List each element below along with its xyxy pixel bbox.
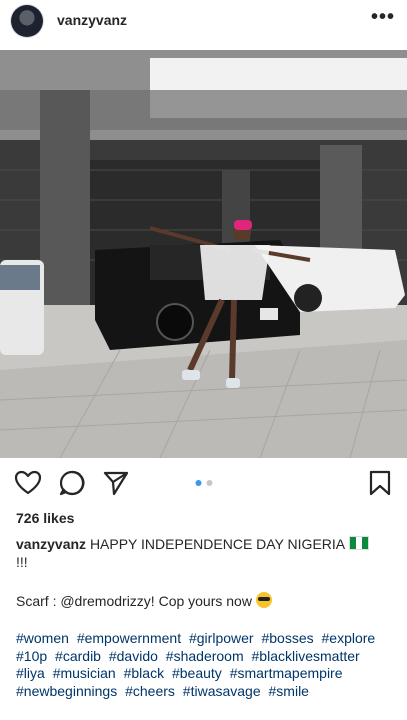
hashtag-link[interactable]: #beauty bbox=[172, 665, 222, 681]
hashtag-link[interactable]: #girlpower bbox=[189, 630, 254, 646]
hashtag-link[interactable]: #bosses bbox=[261, 630, 313, 646]
avatar[interactable] bbox=[11, 5, 43, 37]
more-horizontal-icon[interactable]: ••• bbox=[371, 7, 395, 27]
scarf-line: Scarf : @dremodrizzy! Cop yours now bbox=[16, 592, 272, 609]
bookmark-icon[interactable] bbox=[366, 469, 394, 497]
carousel-dot-active bbox=[195, 480, 201, 486]
carousel-dot bbox=[206, 480, 212, 486]
nigeria-flag-icon bbox=[349, 536, 370, 550]
hashtag-link[interactable]: #davido bbox=[109, 648, 158, 664]
caption-text: HAPPY INDEPENDENCE DAY NIGERIA bbox=[89, 536, 346, 552]
hashtag-link[interactable]: #smartmapempire bbox=[230, 665, 343, 681]
share-icon[interactable] bbox=[102, 469, 130, 497]
likes-count[interactable]: 726 likes bbox=[16, 510, 74, 526]
hashtag-link[interactable]: #smile bbox=[269, 683, 309, 699]
carousel-indicator bbox=[195, 480, 212, 486]
hashtag-link[interactable]: #women bbox=[16, 630, 69, 646]
hashtag-link[interactable]: #musician bbox=[53, 665, 116, 681]
sunglasses-emoji-icon bbox=[255, 592, 272, 608]
hashtag-link[interactable]: #newbeginnings bbox=[16, 683, 117, 699]
comment-icon[interactable] bbox=[58, 469, 86, 497]
hashtag-link[interactable]: #empowernment bbox=[77, 630, 181, 646]
hashtag-link[interactable]: #liya bbox=[16, 665, 45, 681]
post-photo[interactable] bbox=[0, 50, 407, 458]
hashtag-link[interactable]: #black bbox=[124, 665, 164, 681]
hashtag-link[interactable]: #tiwasavage bbox=[183, 683, 261, 699]
caption: vanzyvanz HAPPY INDEPENDENCE DAY NIGERIA… bbox=[16, 535, 394, 571]
hashtag-link[interactable]: #shaderoom bbox=[166, 648, 244, 664]
hashtag-link[interactable]: #10p bbox=[16, 648, 47, 664]
hashtag-list: #women #empowernment #girlpower #bosses … bbox=[16, 630, 396, 700]
hashtag-link[interactable]: #cheers bbox=[125, 683, 175, 699]
post-header: vanzyvanz ••• bbox=[0, 0, 407, 42]
hashtag-link[interactable]: #cardib bbox=[55, 648, 101, 664]
username[interactable]: vanzyvanz bbox=[57, 12, 127, 28]
action-bar bbox=[0, 463, 407, 503]
hashtag-link[interactable]: #explore bbox=[322, 630, 376, 646]
caption-username[interactable]: vanzyvanz bbox=[16, 536, 86, 552]
hashtag-link[interactable]: #blacklivesmatter bbox=[252, 648, 360, 664]
scarf-text: Scarf : @dremodrizzy! Cop yours now bbox=[16, 593, 252, 609]
caption-tail: !!! bbox=[16, 554, 28, 570]
heart-icon[interactable] bbox=[14, 469, 42, 497]
